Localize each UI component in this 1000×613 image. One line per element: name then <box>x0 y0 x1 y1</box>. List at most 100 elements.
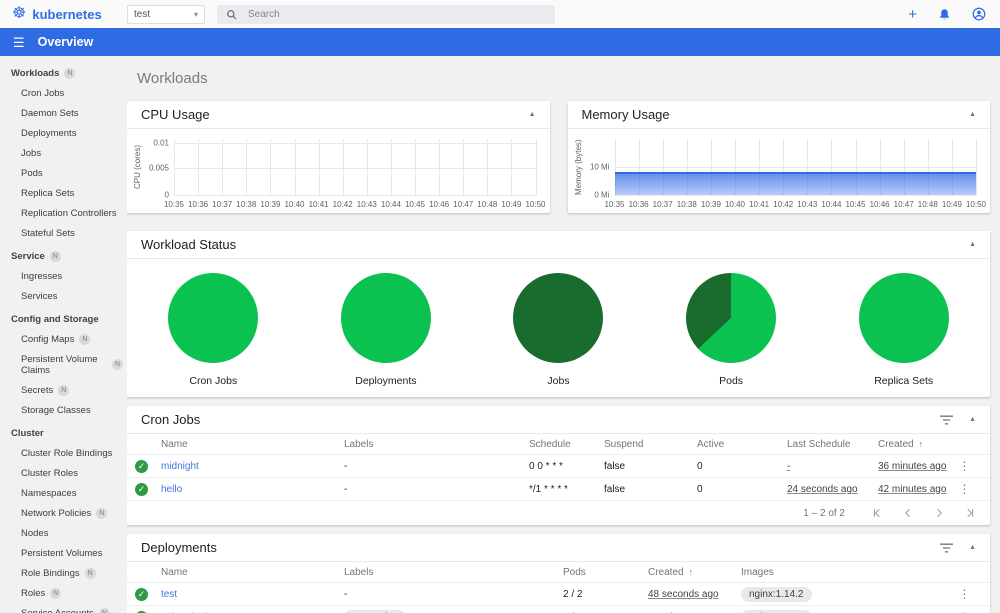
x-axis-tick: 10:38 <box>676 200 697 209</box>
kubernetes-logo-icon: ☸ <box>12 5 27 22</box>
sidebar-item-replica-sets[interactable]: Replica Sets <box>0 183 127 203</box>
pie-chart-jobs <box>513 273 604 363</box>
sidebar-item-jobs[interactable]: Jobs <box>0 143 127 163</box>
next-page-icon[interactable] <box>933 507 945 519</box>
sort-ascending-icon: ↑ <box>918 438 924 449</box>
sidebar-item-daemon-sets[interactable]: Daemon Sets <box>0 103 127 123</box>
search-input[interactable] <box>246 7 546 21</box>
kubernetes-dashboard: ☸ kubernetes test ▾ + <box>0 0 1000 613</box>
x-axis-tick: 10:49 <box>941 200 962 209</box>
table-row-test: ✓ test - 2 / 2 48 seconds ago nginx:1.14.2 ⋮ <box>127 583 990 606</box>
cron-jobs-table-body: ✓ midnight -0 0 * * * false 0-36 minutes ago… <box>127 455 990 501</box>
usage-charts-row: CPU Usage ▲ CPU (cores) 0.01 0.005 0 10:35… <box>127 101 990 213</box>
sidebar-item-storage-classes[interactable]: Storage Classes <box>0 400 127 420</box>
created-cell: 48 seconds ago <box>648 588 719 600</box>
filter-icon[interactable] <box>940 415 954 425</box>
namespaced-badge: N <box>98 607 110 613</box>
sidebar-item-config-maps[interactable]: Config Maps N <box>0 329 127 349</box>
row-actions-menu-button[interactable]: ⋮ <box>948 482 982 496</box>
sidebar-item-role-bindings[interactable]: Role Bindings N <box>0 563 127 583</box>
x-axis-tick: 10:47 <box>893 200 914 209</box>
sidebar-item-ingresses[interactable]: Ingresses <box>0 266 127 286</box>
column-header-created[interactable]: Created ↑ <box>878 439 948 450</box>
deployment-link[interactable]: test <box>161 589 344 600</box>
column-header-pods[interactable]: Pods <box>563 567 648 578</box>
x-axis-tick: 10:38 <box>236 200 257 209</box>
account-icon[interactable] <box>972 7 986 21</box>
sidebar-item-replication-controllers[interactable]: Replication Controllers <box>0 203 127 223</box>
workload-status-card: Workload Status ▲ Cron Jobs Deployments Jo… <box>127 231 990 397</box>
sidebar-item-persistent-volume-claims[interactable]: Persistent Volume Claims N <box>0 349 127 380</box>
namespace-value: test <box>134 8 151 20</box>
sidebar-item-label: Namespaces <box>21 487 77 499</box>
column-header-active[interactable]: Active <box>697 439 787 450</box>
x-axis-tick: 10:43 <box>797 200 818 209</box>
sidebar-item-deployments[interactable]: Deployments <box>0 123 127 143</box>
sidebar-item-cluster-role-bindings[interactable]: Cluster Role Bindings <box>0 443 127 463</box>
column-header-suspend[interactable]: Suspend <box>604 439 697 450</box>
namespaced-badge: N <box>112 359 123 370</box>
column-header-last-schedule[interactable]: Last Schedule <box>787 439 878 450</box>
collapse-cpu-card-button[interactable]: ▲ <box>529 111 536 118</box>
previous-page-icon[interactable] <box>902 507 914 519</box>
column-header-name[interactable]: Name <box>161 567 344 578</box>
sidebar-item-stateful-sets[interactable]: Stateful Sets <box>0 223 127 243</box>
sidebar-item-persistent-volumes[interactable]: Persistent Volumes <box>0 543 127 563</box>
sidebar-item-service-accounts[interactable]: Service Accounts N <box>0 603 127 613</box>
sidebar-item-cron-jobs[interactable]: Cron Jobs <box>0 83 127 103</box>
create-resource-button[interactable]: + <box>908 7 917 22</box>
collapse-workload-status-button[interactable]: ▲ <box>969 241 976 248</box>
row-actions-menu-button[interactable]: ⋮ <box>948 587 982 601</box>
sidebar-item-services[interactable]: Services <box>0 286 127 306</box>
cron-jobs-table-header: Name Labels Schedule Suspend Active Last Sche… <box>127 434 990 455</box>
last-page-icon[interactable] <box>964 507 976 519</box>
deployments-title: Deployments <box>141 540 217 555</box>
sidebar-item-label: Daemon Sets <box>21 107 79 119</box>
column-header-schedule[interactable]: Schedule <box>529 439 604 450</box>
column-header-name[interactable]: Name <box>161 439 344 450</box>
logo[interactable]: ☸ kubernetes <box>0 6 127 22</box>
x-axis-tick: 10:39 <box>260 200 281 209</box>
sidebar-item-pods[interactable]: Pods <box>0 163 127 183</box>
sidebar-item-namespaces[interactable]: Namespaces <box>0 483 127 503</box>
sidebar-item-label: Deployments <box>21 127 77 139</box>
column-header-labels[interactable]: Labels <box>344 439 529 450</box>
notifications-icon[interactable] <box>938 8 951 21</box>
sidebar-item-network-policies[interactable]: Network Policies N <box>0 503 127 523</box>
sidebar: Workloads N Cron Jobs Daemon Sets Deployment… <box>0 56 127 613</box>
sidebar-item-nodes[interactable]: Nodes <box>0 523 127 543</box>
sidebar-section-workloads: Workloads N <box>0 60 127 83</box>
sidebar-item-label: Nodes <box>21 527 49 539</box>
x-axis-tick: 10:37 <box>212 200 233 209</box>
collapse-cron-jobs-button[interactable]: ▲ <box>969 416 976 423</box>
sidebar-item-secrets[interactable]: Secrets N <box>0 380 127 400</box>
suspend-cell: false <box>604 483 626 495</box>
menu-icon[interactable]: ☰ <box>13 36 25 49</box>
sidebar-item-cluster-roles[interactable]: Cluster Roles <box>0 463 127 483</box>
sidebar-item-label: Secrets <box>21 384 54 396</box>
filter-icon[interactable] <box>940 543 954 553</box>
sidebar-item-roles[interactable]: Roles N <box>0 583 127 603</box>
memory-plot-area <box>614 139 977 196</box>
cron-job-link[interactable]: midnight <box>161 461 344 472</box>
x-axis-tick: 10:44 <box>380 200 401 209</box>
collapse-memory-card-button[interactable]: ▲ <box>969 111 976 118</box>
row-actions-menu-button[interactable]: ⋮ <box>948 459 982 473</box>
cron-job-link[interactable]: hello <box>161 484 344 495</box>
first-page-icon[interactable] <box>871 507 883 519</box>
sidebar-item-label: Role Bindings <box>21 567 80 579</box>
x-axis-tick: 10:35 <box>604 200 625 209</box>
cpu-usage-title: CPU Usage <box>141 107 210 122</box>
created-cell: 42 minutes ago <box>878 483 947 495</box>
workload-status-jobs: Jobs <box>472 273 645 387</box>
column-header-images[interactable]: Images <box>741 567 948 578</box>
namespaced-badge: N <box>79 333 91 345</box>
collapse-deployments-button[interactable]: ▲ <box>969 544 976 551</box>
column-header-created[interactable]: Created ↑ <box>648 567 741 578</box>
sidebar-item-label: Config Maps <box>21 333 75 345</box>
appbar-title: Overview <box>37 35 94 49</box>
column-header-labels[interactable]: Labels <box>344 567 563 578</box>
success-icon: ✓ <box>135 459 148 473</box>
pie-chart-deployments <box>340 273 431 363</box>
namespace-selector[interactable]: test ▾ <box>127 4 205 24</box>
